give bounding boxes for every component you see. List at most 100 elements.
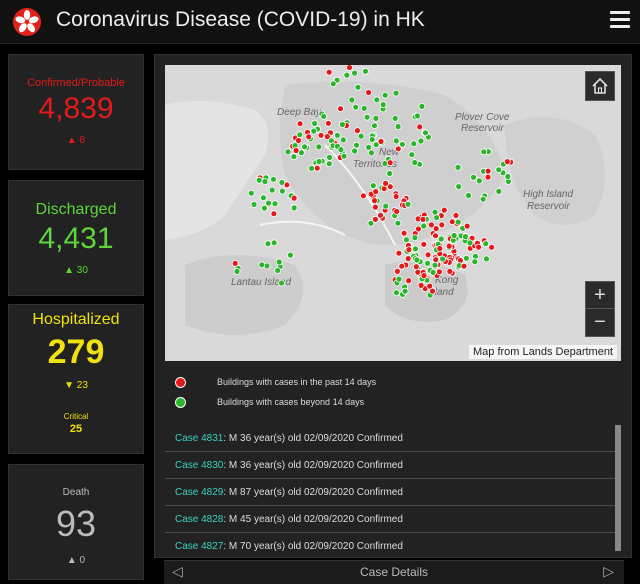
- case-marker[interactable]: [372, 115, 380, 122]
- case-marker[interactable]: [287, 251, 294, 259]
- case-marker[interactable]: [317, 131, 325, 139]
- case-marker[interactable]: [454, 218, 462, 226]
- case-marker[interactable]: [315, 143, 323, 151]
- case-marker[interactable]: [482, 240, 490, 248]
- case-marker[interactable]: [311, 120, 319, 127]
- case-marker[interactable]: [450, 232, 458, 239]
- case-marker[interactable]: [278, 179, 286, 186]
- case-marker[interactable]: [264, 240, 272, 248]
- case-marker[interactable]: [250, 201, 258, 208]
- case-marker[interactable]: [270, 175, 277, 183]
- case-marker[interactable]: [416, 123, 424, 131]
- case-marker[interactable]: [393, 208, 401, 215]
- case-marker[interactable]: [455, 183, 463, 190]
- case-marker[interactable]: [404, 255, 412, 263]
- case-marker[interactable]: [354, 83, 362, 91]
- case-marker[interactable]: [393, 267, 401, 275]
- case-marker[interactable]: [305, 133, 313, 141]
- case-marker[interactable]: [337, 146, 345, 153]
- case-marker[interactable]: [315, 158, 323, 165]
- case-marker[interactable]: [435, 268, 443, 276]
- case-marker[interactable]: [424, 259, 432, 267]
- case-marker[interactable]: [488, 243, 496, 251]
- case-marker[interactable]: [324, 119, 332, 127]
- case-marker[interactable]: [260, 194, 267, 202]
- case-marker[interactable]: [445, 242, 453, 250]
- case-marker[interactable]: [381, 91, 389, 99]
- case-marker[interactable]: [357, 132, 365, 140]
- case-marker[interactable]: [429, 268, 437, 276]
- case-marker[interactable]: [420, 240, 428, 248]
- case-marker[interactable]: [408, 151, 416, 159]
- case-marker[interactable]: [448, 218, 456, 226]
- case-marker[interactable]: [279, 187, 286, 195]
- case-marker[interactable]: [367, 219, 375, 227]
- case-marker[interactable]: [351, 69, 359, 77]
- case-marker[interactable]: [352, 103, 360, 111]
- case-marker[interactable]: [231, 259, 239, 267]
- case-marker[interactable]: [429, 287, 436, 295]
- case-marker[interactable]: [418, 103, 426, 110]
- case-marker[interactable]: [353, 141, 360, 149]
- case-marker[interactable]: [365, 144, 373, 151]
- case-marker[interactable]: [372, 188, 380, 195]
- case-marker[interactable]: [417, 281, 425, 289]
- case-marker[interactable]: [382, 202, 390, 210]
- case-marker[interactable]: [337, 105, 344, 113]
- case-marker[interactable]: [394, 123, 402, 130]
- case-marker[interactable]: [392, 193, 400, 200]
- case-marker[interactable]: [359, 192, 367, 200]
- case-marker[interactable]: [368, 136, 376, 143]
- case-marker[interactable]: [438, 221, 446, 229]
- case-marker[interactable]: [325, 68, 333, 76]
- case-marker[interactable]: [371, 197, 378, 205]
- case-marker[interactable]: [484, 167, 492, 175]
- case-marker[interactable]: [420, 272, 428, 280]
- case-marker[interactable]: [413, 256, 421, 264]
- case-marker[interactable]: [475, 177, 483, 185]
- case-marker[interactable]: [379, 101, 387, 108]
- case-row[interactable]: Case 4829: M 87 year(s) old 02/09/2020 C…: [165, 479, 615, 506]
- case-marker[interactable]: [265, 199, 272, 207]
- case-marker[interactable]: [417, 137, 425, 145]
- case-marker[interactable]: [436, 245, 444, 252]
- case-marker[interactable]: [338, 121, 346, 128]
- case-marker[interactable]: [411, 159, 419, 166]
- case-marker[interactable]: [290, 153, 298, 161]
- case-marker[interactable]: [386, 170, 394, 177]
- case-marker[interactable]: [452, 211, 460, 219]
- case-marker[interactable]: [495, 188, 503, 195]
- case-marker[interactable]: [343, 71, 351, 79]
- case-marker[interactable]: [437, 235, 445, 243]
- case-marker[interactable]: [313, 164, 321, 172]
- case-marker[interactable]: [368, 149, 375, 157]
- case-marker[interactable]: [401, 287, 409, 295]
- case-marker[interactable]: [270, 239, 278, 247]
- case-marker[interactable]: [495, 166, 503, 174]
- hamburger-menu-icon[interactable]: [610, 11, 630, 29]
- case-marker[interactable]: [333, 131, 341, 139]
- case-marker[interactable]: [329, 80, 337, 88]
- case-marker[interactable]: [292, 147, 300, 154]
- case-marker[interactable]: [365, 89, 373, 96]
- case-marker[interactable]: [460, 262, 468, 270]
- case-marker[interactable]: [454, 164, 462, 171]
- zoom-in-button[interactable]: +: [586, 282, 614, 309]
- case-marker[interactable]: [403, 236, 410, 244]
- case-marker[interactable]: [463, 222, 471, 230]
- case-marker[interactable]: [274, 267, 282, 274]
- case-marker[interactable]: [424, 251, 432, 259]
- case-marker[interactable]: [296, 131, 304, 139]
- case-marker[interactable]: [373, 96, 381, 104]
- case-marker[interactable]: [268, 186, 276, 194]
- case-marker[interactable]: [391, 115, 399, 122]
- next-arrow-icon[interactable]: ▷: [603, 563, 614, 580]
- case-marker[interactable]: [503, 158, 511, 165]
- case-marker[interactable]: [483, 255, 490, 263]
- case-marker[interactable]: [340, 152, 348, 160]
- case-marker[interactable]: [462, 254, 470, 262]
- case-marker[interactable]: [432, 232, 439, 240]
- case-marker[interactable]: [371, 122, 378, 130]
- case-marker[interactable]: [420, 222, 428, 230]
- case-marker[interactable]: [466, 239, 474, 247]
